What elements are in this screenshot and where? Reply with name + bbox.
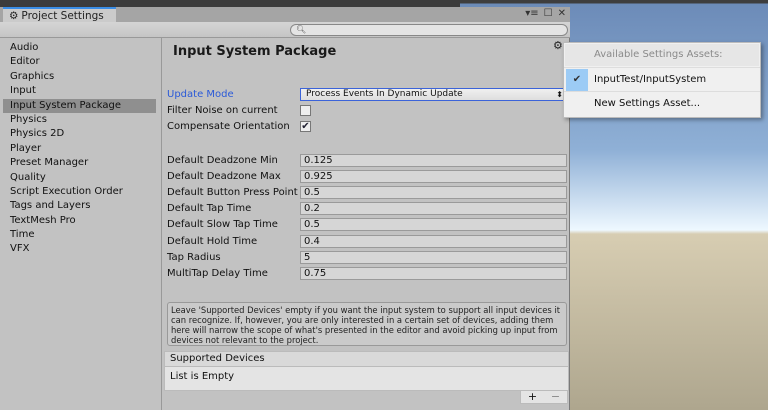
update-mode-value: Process Events In Dynamic Update <box>306 88 463 99</box>
field-input[interactable]: 0.75 <box>300 266 567 280</box>
list-footer: + − <box>520 391 568 404</box>
field-input[interactable]: 0.125 <box>300 153 567 167</box>
project-settings-window: ⚙ Project Settings ▾≡ ☐ ✕ 🔍︎ Audio Editor Gra… <box>0 7 570 410</box>
help-box: Leave 'Supported Devices' empty if you w… <box>167 302 567 346</box>
field-label: Default Tap Time <box>167 203 252 215</box>
search-input[interactable]: 🔍︎ <box>290 24 568 36</box>
gear-icon: ⚙ <box>9 9 19 22</box>
toolbar: 🔍︎ <box>0 22 570 38</box>
sidebar-item-script-execution-order[interactable]: Script Execution Order <box>3 185 156 199</box>
field-input[interactable]: 0.5 <box>300 218 567 232</box>
field-label: Default Hold Time <box>167 235 258 247</box>
field-label: Default Slow Tap Time <box>167 219 278 231</box>
menu-item-label: New Settings Asset... <box>594 98 701 109</box>
sidebar: Audio Editor Graphics Input Input System Pac… <box>0 38 162 410</box>
compensate-label: Compensate Orientation <box>167 120 290 132</box>
settings-assets-menu: Available Settings Assets: ✔ InputTest/In… <box>563 42 761 118</box>
update-mode-row: Update Mode Process Events In Dynamic Up… <box>167 87 567 101</box>
remove-button[interactable]: − <box>551 391 560 403</box>
menu-item-label: InputTest/InputSystem <box>594 74 707 85</box>
field-label: Default Deadzone Max <box>167 170 281 182</box>
field-row: MultiTap Delay Time 0.75 <box>167 266 567 280</box>
sidebar-item-player[interactable]: Player <box>3 142 156 156</box>
field-label: Tap Radius <box>167 251 221 263</box>
field-row: Default Deadzone Min 0.125 <box>167 153 567 167</box>
page-title: Input System Package <box>173 44 337 59</box>
sidebar-item-time[interactable]: Time <box>3 228 156 242</box>
sidebar-item-textmesh-pro[interactable]: TextMesh Pro <box>3 214 156 228</box>
field-label: MultiTap Delay Time <box>167 267 268 279</box>
tab-bar: ⚙ Project Settings ▾≡ ☐ ✕ <box>0 7 570 23</box>
update-mode-dropdown[interactable]: Process Events In Dynamic Update ⬍ <box>300 87 567 101</box>
update-mode-label: Update Mode <box>167 88 234 100</box>
field-label: Default Deadzone Min <box>167 154 278 166</box>
sidebar-item-input[interactable]: Input <box>3 84 156 98</box>
field-input[interactable]: 0.5 <box>300 185 567 199</box>
maximize-icon[interactable]: ☐ <box>544 8 553 19</box>
sidebar-item-graphics[interactable]: Graphics <box>3 70 156 84</box>
compensate-checkbox[interactable]: ✔ <box>300 120 311 132</box>
close-icon[interactable]: ✕ <box>558 8 566 19</box>
field-row: Default Deadzone Max 0.925 <box>167 169 567 183</box>
field-row: Default Button Press Point 0.5 <box>167 185 567 199</box>
compensate-row: Compensate Orientation ✔ <box>167 119 567 133</box>
add-button[interactable]: + <box>528 391 537 403</box>
sidebar-item-physics-2d[interactable]: Physics 2D <box>3 127 156 141</box>
supported-devices-header: Supported Devices <box>164 351 569 367</box>
menu-icon[interactable]: ▾≡ <box>525 8 538 19</box>
sidebar-item-tags-and-layers[interactable]: Tags and Layers <box>3 199 156 213</box>
supported-devices-list: List is Empty <box>164 367 569 391</box>
check-icon: ✔ <box>566 68 588 91</box>
settings-gear-icon[interactable]: ⚙ <box>553 39 563 52</box>
field-label: Default Button Press Point <box>167 186 298 198</box>
field-input[interactable]: 0.2 <box>300 202 567 216</box>
field-row: Default Hold Time 0.4 <box>167 234 567 248</box>
sidebar-item-preset-manager[interactable]: Preset Manager <box>3 156 156 170</box>
sidebar-item-editor[interactable]: Editor <box>3 55 156 69</box>
sidebar-item-input-system-package[interactable]: Input System Package <box>3 98 156 113</box>
sidebar-item-vfx[interactable]: VFX <box>3 242 156 256</box>
search-icon: 🔍︎ <box>296 25 307 34</box>
field-input[interactable]: 5 <box>300 250 567 264</box>
field-row: Default Slow Tap Time 0.5 <box>167 218 567 232</box>
field-input[interactable]: 0.4 <box>300 234 567 248</box>
checkmark-icon: ✔ <box>301 120 310 132</box>
sidebar-item-physics[interactable]: Physics <box>3 113 156 127</box>
field-row: Default Tap Time 0.2 <box>167 202 567 216</box>
editor-background-strip <box>0 0 460 7</box>
filter-noise-checkbox[interactable] <box>300 104 311 116</box>
menu-item-inputtest[interactable]: ✔ InputTest/InputSystem <box>564 67 760 91</box>
settings-panel: Input System Package ⚙ Update Mode Proce… <box>162 38 570 410</box>
field-row: Tap Radius 5 <box>167 250 567 264</box>
menu-item-new-asset[interactable]: New Settings Asset... <box>564 91 760 115</box>
sidebar-item-audio[interactable]: Audio <box>3 41 156 55</box>
sidebar-item-quality[interactable]: Quality <box>3 171 156 185</box>
dropdown-arrows-icon: ⬍ <box>556 89 563 99</box>
field-input[interactable]: 0.925 <box>300 169 567 183</box>
filter-noise-row: Filter Noise on current <box>167 103 567 117</box>
tab-project-settings[interactable]: ⚙ Project Settings <box>3 7 116 23</box>
filter-noise-label: Filter Noise on current <box>167 104 278 116</box>
tab-title: Project Settings <box>21 9 104 22</box>
menu-header: Available Settings Assets: <box>565 44 759 66</box>
